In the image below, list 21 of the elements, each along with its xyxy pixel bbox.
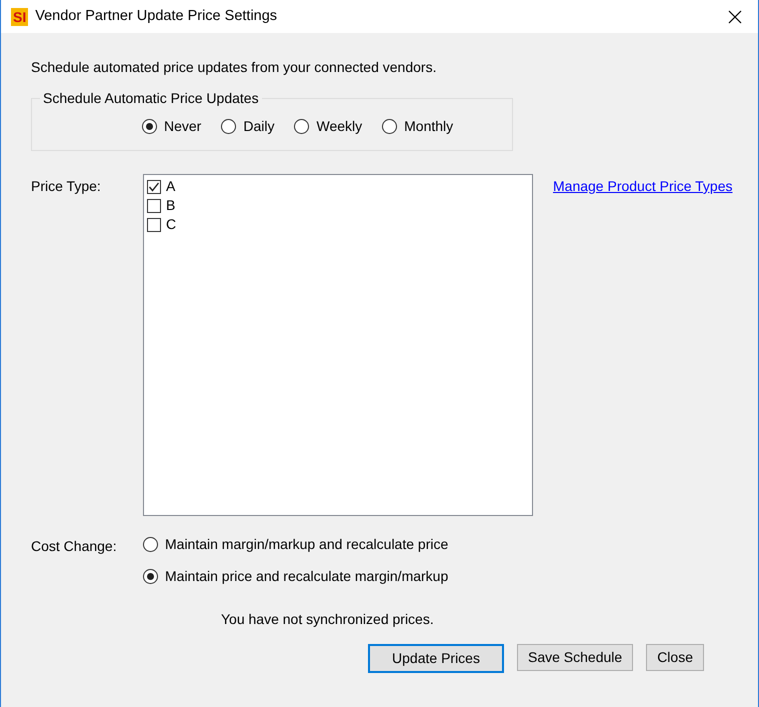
group-title: Schedule Automatic Price Updates	[40, 90, 262, 106]
status-text: You have not synchronized prices.	[221, 610, 435, 629]
checkbox-item[interactable]: C	[147, 215, 529, 234]
app-logo: SI	[11, 8, 28, 26]
field-label: Price Type:	[31, 177, 102, 196]
dialog-button[interactable]: Update Prices	[368, 644, 504, 673]
checkbox-item[interactable]: B	[147, 196, 529, 215]
radio-option[interactable]: Maintain margin/markup and recalculate price	[143, 534, 448, 555]
radio-option[interactable]: Weekly	[294, 116, 362, 137]
window-title: Vendor Partner Update Price Settings	[35, 6, 278, 26]
radio-option[interactable]: Maintain price and recalculate margin/markup	[143, 566, 448, 587]
check-icon	[148, 180, 160, 192]
radio-option[interactable]: Never	[142, 116, 202, 137]
dialog-button[interactable]: Save Schedule	[517, 644, 634, 671]
dialog-button[interactable]: Close	[646, 644, 704, 671]
field-label: Cost Change:	[31, 537, 118, 556]
radio-option[interactable]: Daily	[221, 116, 274, 137]
intro-text: Schedule automated price updates from your connected vendors.	[31, 58, 438, 77]
radio-option[interactable]: Monthly	[382, 116, 454, 137]
checkbox-item[interactable]: A	[147, 177, 529, 196]
manage-link[interactable]: Manage Product Price Types	[553, 174, 733, 192]
